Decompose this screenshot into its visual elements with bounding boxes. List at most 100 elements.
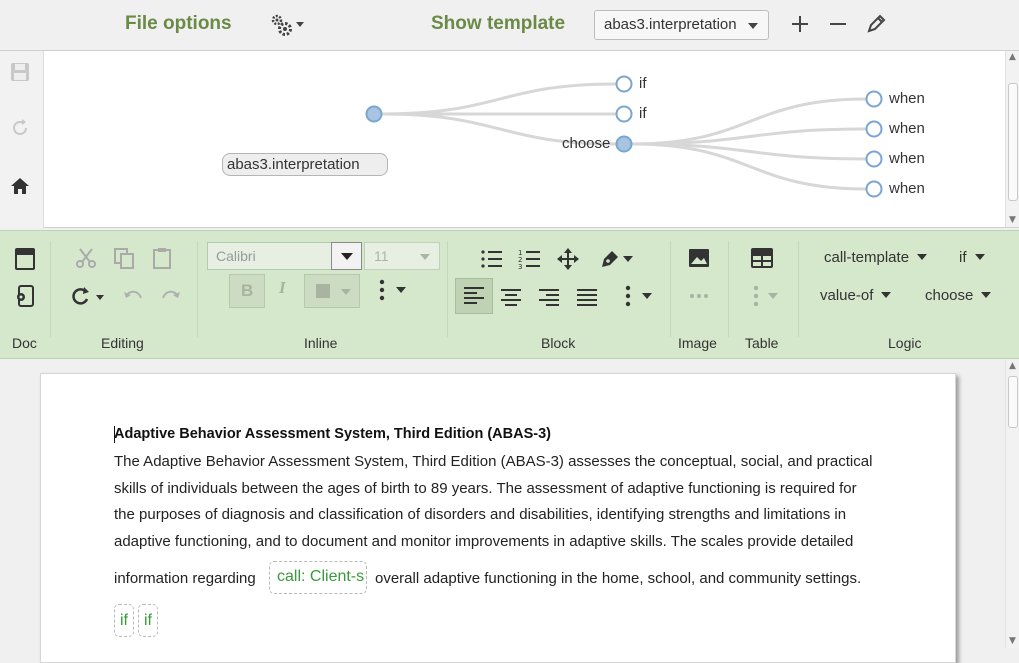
tree-node-if[interactable]: if xyxy=(639,105,647,122)
tree-node-when[interactable]: when xyxy=(889,90,925,107)
call-template-dropdown[interactable]: call-template xyxy=(824,249,928,266)
minus-icon[interactable] xyxy=(826,12,850,36)
font-size-select[interactable]: 11 xyxy=(364,242,440,270)
align-right-icon[interactable] xyxy=(538,287,560,309)
table-icon[interactable] xyxy=(750,246,774,270)
chevron-down-icon xyxy=(341,289,351,295)
svg-text:3: 3 xyxy=(518,263,522,271)
tree-node-when[interactable]: when xyxy=(889,180,925,197)
font-family-dropdown-button[interactable] xyxy=(331,242,362,270)
cut-icon[interactable] xyxy=(74,246,98,270)
template-select-value: abas3.interpretation xyxy=(604,16,737,33)
call-template-chip[interactable]: call: Client-s xyxy=(269,561,367,594)
group-label-image: Image xyxy=(678,335,717,351)
chevron-down-icon xyxy=(881,292,892,298)
group-label-block: Block xyxy=(541,335,576,351)
gear-icon[interactable] xyxy=(268,12,308,38)
chevron-down-icon xyxy=(748,23,758,29)
move-icon[interactable] xyxy=(556,247,580,271)
image-icon[interactable] xyxy=(687,246,711,270)
highlight-color-button[interactable] xyxy=(304,274,360,308)
page-settings-icon[interactable] xyxy=(13,284,37,308)
align-left-button[interactable] xyxy=(455,278,493,314)
group-label-table: Table xyxy=(745,335,779,351)
document-scrollbar[interactable]: ▲ ▼ xyxy=(1005,360,1019,648)
scroll-down-arrow[interactable]: ▼ xyxy=(1009,215,1016,225)
ribbon-toolbar: Calibri 11 B I 1 2 3 call-template if va… xyxy=(0,230,1019,359)
if-label: if xyxy=(959,249,967,266)
undo-icon[interactable] xyxy=(121,284,145,308)
bold-icon: B xyxy=(241,281,254,300)
font-size-value: 11 xyxy=(374,248,389,264)
more-table-dropdown-icon[interactable] xyxy=(744,284,782,308)
document-area: Adaptive Behavior Assessment System, Thi… xyxy=(0,360,1019,663)
tree-if-node-dot xyxy=(615,105,633,123)
align-justify-icon[interactable] xyxy=(576,287,598,309)
scroll-up-arrow[interactable]: ▲ xyxy=(1009,52,1016,62)
plus-icon[interactable] xyxy=(788,12,812,36)
paragraph-line[interactable]: skills of individuals between the ages o… xyxy=(114,480,857,497)
chevron-down-icon xyxy=(974,254,985,260)
tree-when-node-dot xyxy=(865,180,883,198)
paragraph-line[interactable]: the purposes of diagnosis and classifica… xyxy=(114,506,846,523)
pencil-icon[interactable] xyxy=(864,12,888,36)
scrollbar-thumb[interactable] xyxy=(1008,83,1018,201)
file-options-label[interactable]: File options xyxy=(125,13,232,35)
page-view-icon[interactable] xyxy=(13,247,37,271)
paragraph-line-suffix[interactable]: overall adaptive functioning in the home… xyxy=(375,570,861,587)
chevron-down-icon xyxy=(917,254,928,260)
document-page[interactable]: Adaptive Behavior Assessment System, Thi… xyxy=(40,373,956,663)
group-label-inline: Inline xyxy=(304,335,338,351)
tree-when-node-dot xyxy=(865,90,883,108)
redo-refresh-dropdown-icon[interactable] xyxy=(70,284,108,308)
tree-node-when[interactable]: when xyxy=(889,150,925,167)
bullet-list-icon[interactable] xyxy=(480,247,504,271)
more-image-icon[interactable] xyxy=(687,284,711,308)
redo-icon[interactable] xyxy=(159,284,183,308)
italic-icon[interactable]: I xyxy=(279,278,286,298)
tree-root-node-dot xyxy=(365,105,383,123)
choose-dropdown[interactable]: choose xyxy=(925,287,992,304)
value-of-dropdown[interactable]: value-of xyxy=(820,287,892,304)
template-select[interactable]: abas3.interpretation xyxy=(594,10,769,40)
show-template-label[interactable]: Show template xyxy=(431,13,565,35)
value-of-label: value-of xyxy=(820,287,874,304)
more-block-dropdown-icon[interactable] xyxy=(616,284,656,308)
align-center-icon[interactable] xyxy=(500,287,522,309)
tree-node-choose[interactable]: choose xyxy=(562,135,610,152)
paste-icon[interactable] xyxy=(150,246,174,270)
numbered-list-icon[interactable]: 1 2 3 xyxy=(518,247,542,271)
align-left-icon xyxy=(464,287,484,304)
scroll-up-arrow[interactable]: ▲ xyxy=(1009,361,1016,371)
call-template-label: call-template xyxy=(824,249,910,266)
choose-label: choose xyxy=(925,287,974,304)
tree-choose-node-dot xyxy=(615,135,633,153)
template-tree-panel: abas3.interpretation if if choose when w… xyxy=(0,51,1019,228)
if-chip[interactable]: if xyxy=(138,604,158,637)
top-bar: File options Show template abas3.interpr… xyxy=(0,0,1019,51)
group-label-doc: Doc xyxy=(12,335,37,351)
tree-scrollbar[interactable]: ▲ ▼ xyxy=(1005,51,1019,227)
if-chip[interactable]: if xyxy=(114,604,134,637)
paragraph-line[interactable]: adaptive functioning, and to document an… xyxy=(114,533,853,550)
chevron-down-icon xyxy=(420,254,430,260)
tree-node-if[interactable]: if xyxy=(639,75,647,92)
copy-icon[interactable] xyxy=(112,246,136,270)
chevron-down-icon xyxy=(341,253,353,260)
font-family-value: Calibri xyxy=(216,248,256,264)
if-dropdown[interactable]: if xyxy=(959,249,985,266)
paragraph-line-prefix[interactable]: information regarding xyxy=(114,570,256,587)
tree-node-when[interactable]: when xyxy=(889,120,925,137)
scrollbar-thumb[interactable] xyxy=(1008,376,1018,428)
scroll-down-arrow[interactable]: ▼ xyxy=(1009,636,1016,646)
color-swatch-icon xyxy=(316,284,330,298)
document-heading[interactable]: Adaptive Behavior Assessment System, Thi… xyxy=(114,426,551,442)
group-label-editing: Editing xyxy=(101,335,144,351)
pen-style-dropdown-icon[interactable] xyxy=(598,247,636,271)
tree-root-node[interactable]: abas3.interpretation xyxy=(222,153,388,176)
bold-button[interactable]: B xyxy=(229,274,265,308)
paragraph-line[interactable]: The Adaptive Behavior Assessment System,… xyxy=(114,453,872,470)
more-inline-dropdown-icon[interactable] xyxy=(372,278,412,302)
tree-if-node-dot xyxy=(615,75,633,93)
tree-connectors xyxy=(365,75,883,198)
